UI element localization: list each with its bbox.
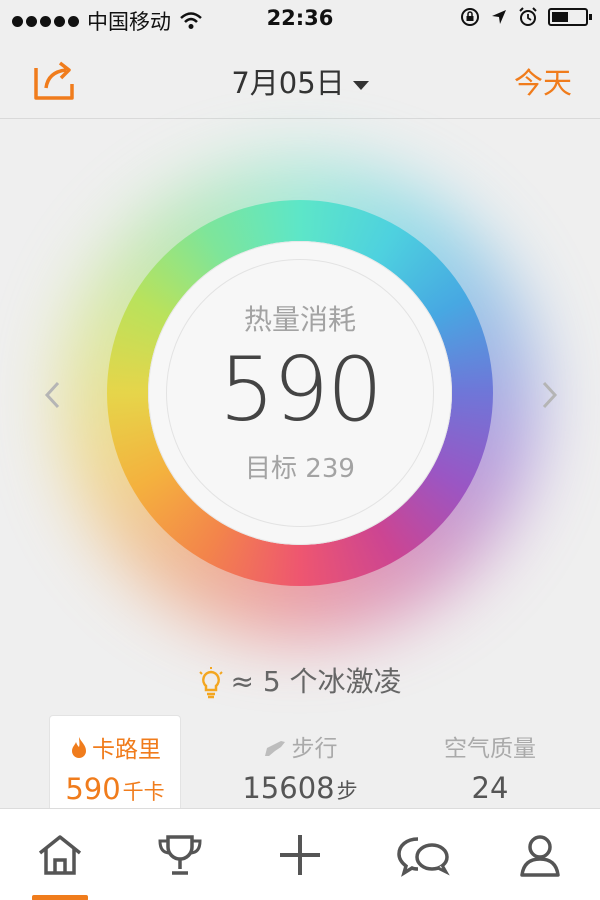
metric-label: 热量消耗 xyxy=(243,303,356,336)
shoe-icon xyxy=(264,741,285,756)
tab-home[interactable] xyxy=(0,809,120,900)
previous-day-button[interactable] xyxy=(38,375,68,415)
stats-row: 卡路里 590千卡 步行 15608步 空气质量 24 xyxy=(0,715,600,810)
chevron-left-icon xyxy=(44,381,60,409)
alarm-icon xyxy=(519,7,537,26)
tab-bar xyxy=(0,808,600,900)
home-icon xyxy=(38,835,82,875)
tab-trophy[interactable] xyxy=(120,809,240,900)
stat-steps-value-row: 15608步 xyxy=(234,771,366,805)
chat-icon xyxy=(397,837,450,877)
flame-icon xyxy=(72,737,86,758)
metric-goal: 目标 239 xyxy=(245,454,355,484)
stat-calories-unit: 千卡 xyxy=(122,780,165,804)
plus-icon xyxy=(280,835,320,875)
tab-chat[interactable] xyxy=(360,809,480,900)
location-icon xyxy=(492,10,506,24)
next-day-button[interactable] xyxy=(534,375,564,415)
tab-profile[interactable] xyxy=(480,809,600,900)
tip-text: ≈ 5 个冰激凌 xyxy=(230,665,402,698)
stat-air-quality-value-row: 24 xyxy=(424,771,556,805)
stat-air-quality-label: 空气质量 xyxy=(444,736,536,762)
stat-calories-value: 590 xyxy=(65,772,121,806)
battery-icon xyxy=(548,8,592,26)
date-label: 7月05日 xyxy=(231,66,345,100)
stat-calories-value-row: 590千卡 xyxy=(50,772,180,806)
stat-steps-label: 步行 xyxy=(291,736,338,762)
today-button[interactable]: 今天 xyxy=(514,60,572,102)
lightbulb-icon xyxy=(199,667,224,699)
status-right xyxy=(460,7,592,27)
stat-air-quality[interactable]: 空气质量 24 xyxy=(424,715,556,810)
calorie-tip: ≈ 5 个冰激凌 xyxy=(0,660,600,700)
user-icon xyxy=(520,835,560,877)
stat-steps-unit: 步 xyxy=(336,779,358,803)
chevron-right-icon xyxy=(542,381,558,409)
app-screen: 中国移动 22:36 7月05日 今天 热量消耗 590 目标 239 ≈ 5 … xyxy=(0,0,600,900)
status-bar: 中国移动 22:36 xyxy=(0,0,600,38)
stat-air-quality-name: 空气质量 xyxy=(424,729,556,763)
stat-air-quality-value: 24 xyxy=(471,771,509,805)
date-selector[interactable]: 7月05日 xyxy=(0,60,600,102)
stat-steps[interactable]: 步行 15608步 xyxy=(234,715,366,810)
tab-add[interactable] xyxy=(240,809,360,900)
trophy-icon xyxy=(158,835,202,875)
stat-calories[interactable]: 卡路里 590千卡 xyxy=(49,715,181,810)
nav-bar: 7月05日 今天 xyxy=(0,38,600,119)
stat-steps-name: 步行 xyxy=(234,729,366,763)
caret-down-icon xyxy=(352,80,369,90)
stat-steps-value: 15608 xyxy=(242,771,335,805)
active-tab-indicator xyxy=(32,895,88,900)
rotation-lock-icon xyxy=(461,8,479,26)
stat-calories-label: 卡路里 xyxy=(92,737,161,763)
stat-calories-name: 卡路里 xyxy=(50,730,180,764)
metric-value: 590 xyxy=(219,338,383,441)
